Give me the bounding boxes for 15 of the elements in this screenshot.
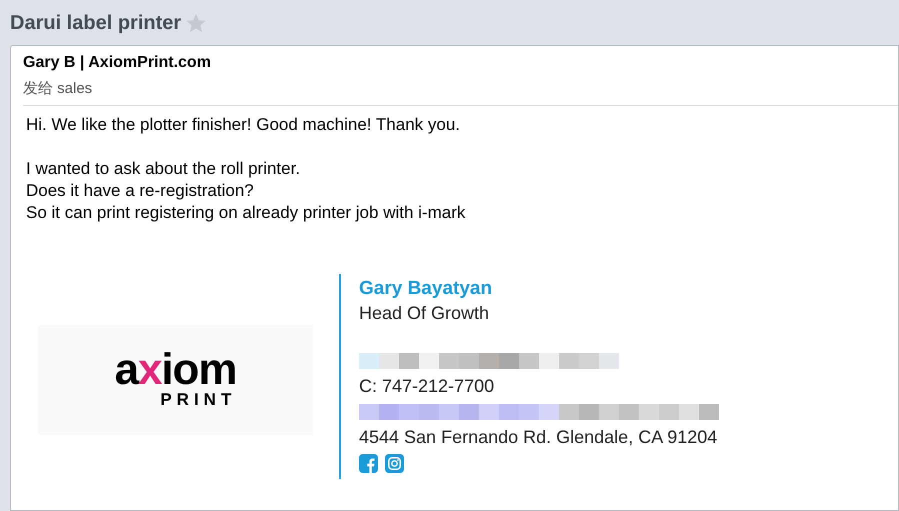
company-logo: axiom PRINT: [38, 324, 313, 434]
signature-text: 4544 San Fernando Rd. Glendale, CA 91204: [359, 426, 718, 449]
message-text: Does it have a re-registration?: [26, 180, 255, 202]
message-text: So it can print registering on already printer job with i-mark: [26, 202, 466, 224]
signature-name: Gary Bayatyan: [359, 277, 494, 301]
instagram-icon[interactable]: [385, 454, 404, 473]
thread-title: Darui label printer: [10, 10, 182, 36]
message-text: Hi. We like the plotter finisher! Good machine! Thank you.: [26, 114, 462, 136]
signature-role: Head Of Growth: [359, 302, 490, 325]
sender-name: Gary B | AxiomPrint.com: [23, 53, 212, 73]
star-icon[interactable]: [185, 12, 208, 34]
recipient-line: 发给 sales: [23, 79, 94, 99]
signature-text: C: 747-212-7700: [359, 375, 496, 398]
message-text: I wanted to ask about the roll printer.: [26, 158, 302, 180]
facebook-icon[interactable]: [359, 454, 378, 473]
